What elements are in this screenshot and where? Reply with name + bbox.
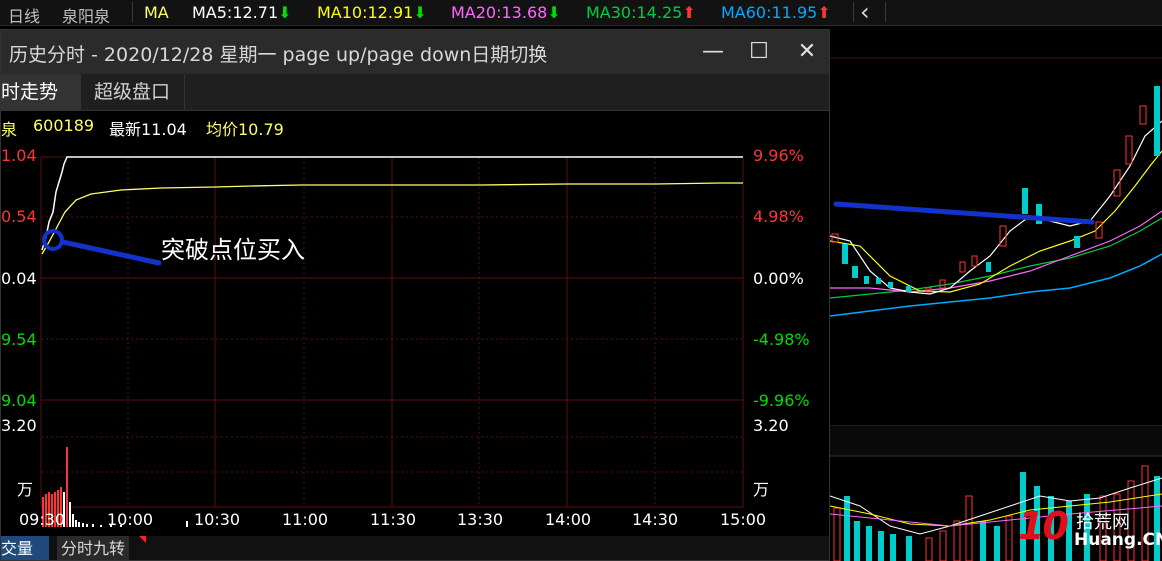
tab-volume[interactable]: 交量 — [1, 536, 49, 560]
pct-label-lower: -4.98% — [753, 330, 810, 349]
time-label: 14:30 — [632, 510, 679, 529]
watermark-number: 10 — [1018, 504, 1069, 548]
corner-marker-icon — [139, 536, 146, 543]
tab-intraday-trend[interactable]: 时走势 — [1, 74, 81, 110]
price-label-upper: 0.54 — [1, 207, 37, 226]
history-intraday-window: 历史分时 - 2020/12/28 星期一 page up/page down日… — [0, 29, 830, 561]
watermark-site-en: Huang.CN — [1074, 530, 1162, 550]
volume-unit-right: 万 — [753, 480, 770, 499]
tab-super-orderbook[interactable]: 超级盘口 — [79, 74, 186, 110]
indicator-tabs: 交量 分时九转 — [1, 536, 829, 560]
arrow-down-icon: ⬇ — [547, 3, 561, 22]
ma30-value: MA30:14.25⬆ — [586, 3, 696, 22]
price-label-high: 1.04 — [1, 146, 37, 165]
collapse-chevron-icon[interactable]: ‹ — [860, 0, 870, 26]
pct-label-zero: 0.00% — [753, 269, 804, 288]
volume-label-left-top: 3.20 — [1, 416, 37, 435]
quote-info-bar: 泉 600189 最新11.04 均价10.79 — [1, 110, 829, 142]
ma60-value: MA60:11.95⬆ — [721, 3, 831, 22]
pct-label-upper: 4.98% — [753, 207, 804, 226]
ma10-value: MA10:12.91⬇ — [317, 3, 427, 22]
price-label-lower: 9.54 — [1, 330, 37, 349]
ma20-value: MA20:13.68⬇ — [451, 3, 561, 22]
pct-label-high: 9.96% — [753, 146, 804, 165]
time-label: 09:30 — [19, 510, 66, 529]
stock-code: 600189 — [33, 116, 95, 135]
tab-intraday-nine-turn[interactable]: 分时九转 — [57, 536, 130, 560]
intraday-price-chart — [40, 156, 744, 527]
arrow-up-icon: ⬆ — [682, 3, 696, 22]
annotation-text: 突破点位买入 — [161, 236, 305, 264]
arrow-up-icon: ⬆ — [817, 3, 831, 22]
volume-unit-left: 万 — [17, 480, 34, 499]
price-label-low: 9.04 — [1, 391, 37, 410]
annotation-pointer-line — [60, 239, 162, 266]
site-watermark-logo: 10 拾荒网 Huang.CN — [1018, 504, 1162, 554]
maximize-button[interactable]: ☐ — [741, 36, 777, 68]
stock-name: 泉阳泉 — [62, 7, 111, 26]
arrow-down-icon: ⬇ — [278, 3, 292, 22]
time-label: 11:00 — [282, 510, 329, 529]
time-label: 14:00 — [545, 510, 592, 529]
arrow-down-icon: ⬇ — [413, 3, 427, 22]
window-title: 历史分时 - 2020/12/28 星期一 page up/page down日… — [9, 44, 548, 66]
window-tabs: 时走势 超级盘口 — [1, 74, 829, 111]
period-label[interactable]: 日线 — [8, 3, 40, 27]
time-label: 13:30 — [457, 510, 504, 529]
window-titlebar[interactable]: 历史分时 - 2020/12/28 星期一 page up/page down日… — [1, 30, 829, 74]
time-label: 15:00 — [720, 510, 767, 529]
pct-label-low: -9.96% — [753, 391, 810, 410]
latest-price: 最新11.04 — [109, 120, 187, 139]
time-label: 10:00 — [107, 510, 154, 529]
close-button[interactable]: ✕ — [789, 36, 825, 68]
ma-indicator-bar: 日线 泉阳泉 MA MA5:12.71⬇ MA10:12.91⬇ MA20:13… — [0, 0, 1162, 26]
ma5-value: MA5:12.71⬇ — [192, 3, 292, 22]
time-label: 10:30 — [194, 510, 241, 529]
volume-label-right-top: 3.20 — [753, 416, 789, 435]
average-price: 均价10.79 — [206, 120, 284, 139]
price-label-prev-close: 0.04 — [1, 269, 37, 288]
ma-indicator-label[interactable]: MA — [144, 3, 169, 22]
time-label: 11:30 — [370, 510, 417, 529]
daily-kline-chart — [830, 26, 1162, 561]
minimize-button[interactable]: — — [695, 36, 731, 68]
stock-name-short: 泉 — [1, 120, 18, 139]
